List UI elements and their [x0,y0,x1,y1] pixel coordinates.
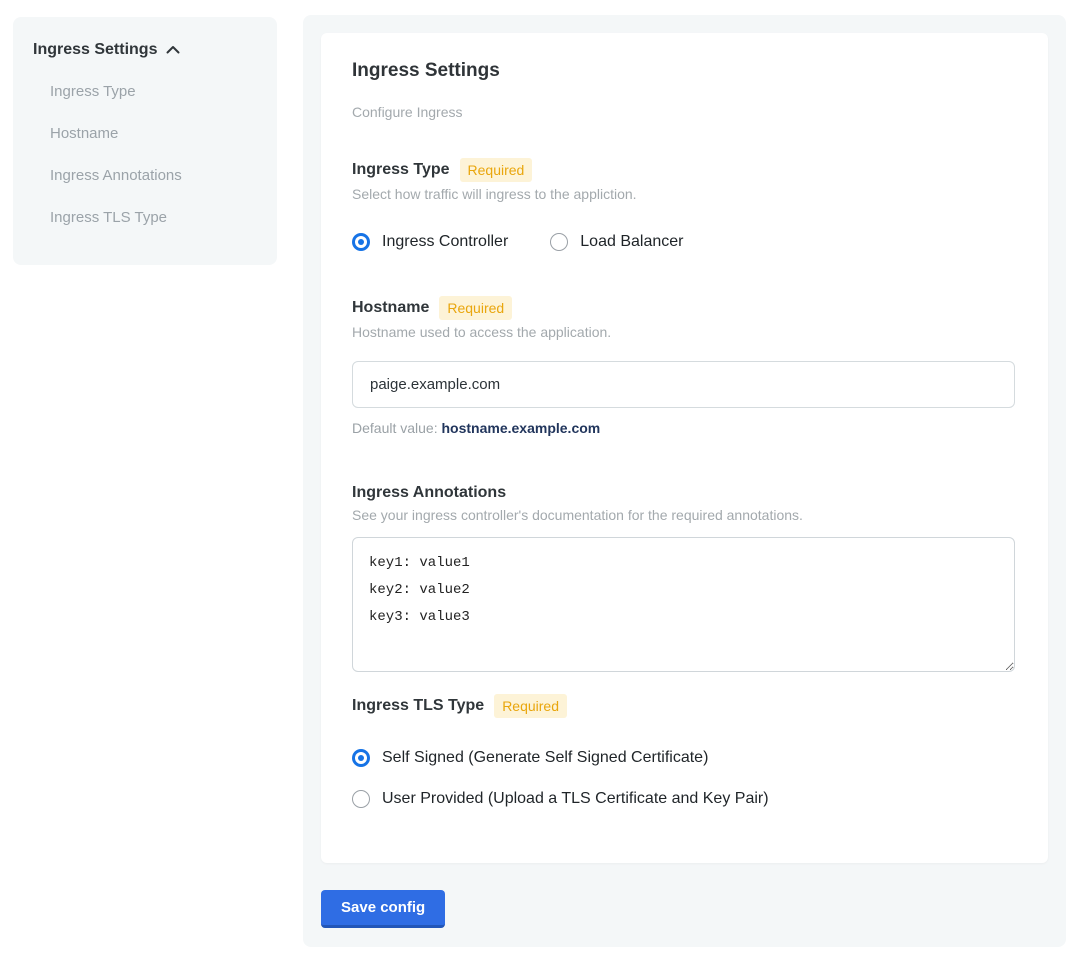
section-ingress-annotations: Ingress Annotations See your ingress con… [352,483,1017,672]
radio-user-provided[interactable]: User Provided (Upload a TLS Certificate … [352,789,1017,808]
radio-load-balancer[interactable]: Load Balancer [550,232,683,251]
radio-self-signed[interactable]: Self Signed (Generate Self Signed Certif… [352,748,1017,767]
save-config-button[interactable]: Save config [321,890,445,928]
radio-ingress-controller[interactable]: Ingress Controller [352,232,508,251]
page-subtitle: Configure Ingress [352,104,1017,121]
sidebar-item-ingress-annotations[interactable]: Ingress Annotations [33,167,257,185]
annotations-heading: Ingress Annotations [352,483,506,503]
required-badge: Required [439,296,512,320]
sidebar-item-ingress-tls-type[interactable]: Ingress TLS Type [33,209,257,227]
sidebar-group-label: Ingress Settings [33,41,157,59]
radio-unselected-icon[interactable] [352,790,370,808]
hostname-heading: Hostname [352,298,429,318]
ingress-type-heading: Ingress Type [352,160,450,180]
sidebar-item-hostname[interactable]: Hostname [33,125,257,143]
tls-type-heading: Ingress TLS Type [352,696,484,716]
default-value-prefix: Default value: [352,420,442,436]
annotations-textarea[interactable]: key1: value1 key2: value2 key3: value3 [352,537,1015,672]
radio-unselected-icon[interactable] [550,233,568,251]
radio-selected-icon[interactable] [352,233,370,251]
section-ingress-type: Ingress Type Required Select how traffic… [352,158,1017,251]
required-badge: Required [494,694,567,718]
ingress-type-radio-group: Ingress Controller Load Balancer [352,232,1017,251]
config-nav-sidebar: Ingress Settings Ingress Type Hostname I… [13,17,277,265]
ingress-type-help: Select how traffic will ingress to the a… [352,186,1017,203]
hostname-default-line: Default value: hostname.example.com [352,420,1017,437]
config-panel: Ingress Settings Configure Ingress Ingre… [303,15,1066,947]
sidebar-item-ingress-type[interactable]: Ingress Type [33,83,257,101]
default-value-text: hostname.example.com [442,420,601,436]
sidebar-group-ingress-settings[interactable]: Ingress Settings [33,41,257,59]
ingress-settings-card: Ingress Settings Configure Ingress Ingre… [321,33,1048,863]
hostname-input[interactable] [352,361,1015,408]
radio-selected-icon[interactable] [352,749,370,767]
page-title: Ingress Settings [352,59,1017,83]
annotations-help: See your ingress controller's documentat… [352,507,1017,524]
section-hostname: Hostname Required Hostname used to acces… [352,296,1017,437]
hostname-help: Hostname used to access the application. [352,324,1017,341]
required-badge: Required [460,158,533,182]
section-ingress-tls-type: Ingress TLS Type Required Self Signed (G… [352,694,1017,808]
chevron-up-icon [166,41,180,59]
